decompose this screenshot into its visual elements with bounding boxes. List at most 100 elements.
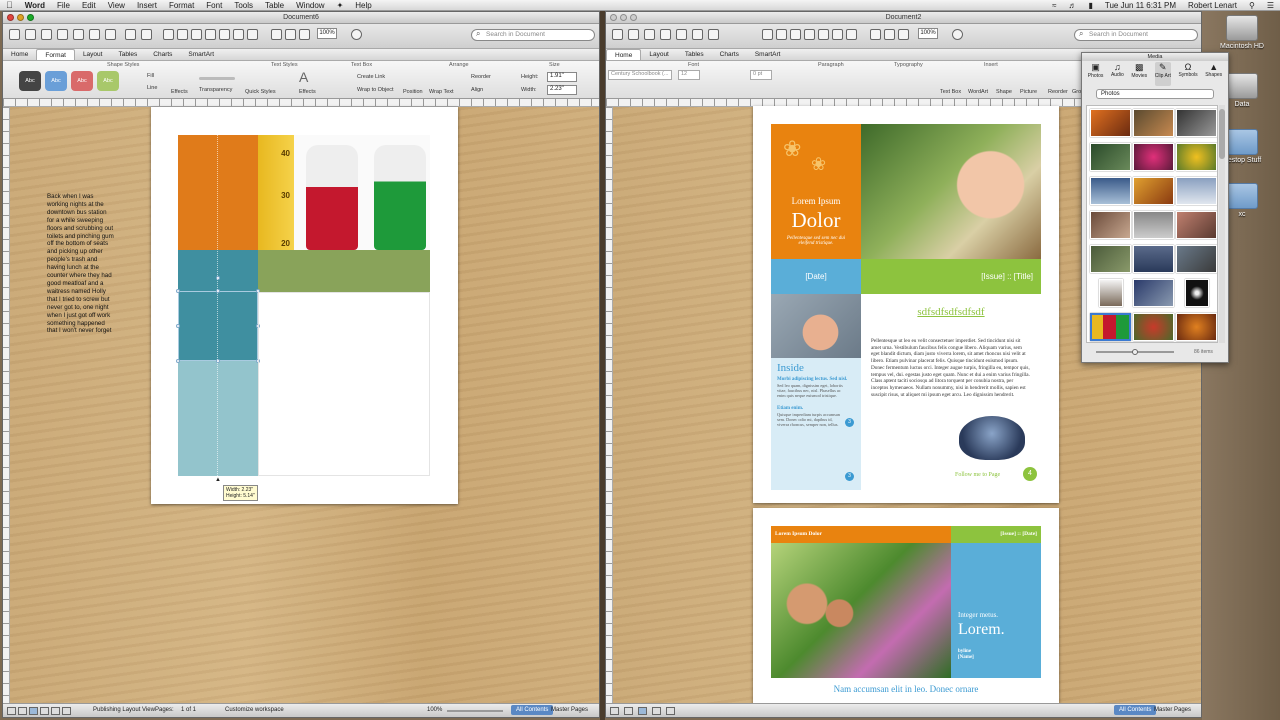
position-button[interactable]: Position (403, 89, 423, 95)
desktop-icon-macintosh-hd[interactable]: Macintosh HD (1220, 15, 1264, 50)
effects-button[interactable]: Effects (171, 89, 188, 95)
media-thumb[interactable] (1090, 177, 1131, 205)
zoom-field[interactable]: 100% (918, 28, 938, 39)
zoom-button[interactable] (630, 14, 637, 21)
height-field[interactable]: 1.91" (547, 72, 577, 82)
media-thumb[interactable] (1133, 177, 1174, 205)
insert-picture-button[interactable]: Picture (1020, 89, 1037, 95)
open-icon[interactable] (41, 29, 52, 40)
script-icon[interactable]: ✦ (331, 1, 350, 10)
inside-item-title[interactable]: Morbi adipiscing lectus. Sed nisl. (777, 377, 855, 382)
inside-heading[interactable]: Inside (777, 362, 861, 374)
menu-tools[interactable]: Tools (228, 1, 259, 10)
lorem-ipsum-title[interactable]: Lorem Ipsum (771, 196, 861, 206)
media-grid[interactable] (1086, 105, 1218, 343)
clock[interactable]: Tue Jun 11 6:31 PM (1099, 1, 1182, 10)
line-icon[interactable] (219, 29, 230, 40)
text-box-icon[interactable] (776, 29, 787, 40)
font-name-field[interactable]: Century Schoolbook (... (608, 70, 672, 80)
date-band[interactable]: [Date] (771, 259, 861, 294)
templates-icon[interactable] (25, 29, 36, 40)
open-icon[interactable] (644, 29, 655, 40)
rotate-icon[interactable] (233, 29, 244, 40)
search-input[interactable]: Search in Document (1074, 29, 1198, 41)
child-photo[interactable] (771, 294, 861, 358)
selection-box[interactable] (178, 291, 258, 361)
menu-help[interactable]: Help (349, 1, 377, 10)
sidebar-icon[interactable] (870, 29, 881, 40)
window-titlebar[interactable]: Document6 (3, 12, 599, 24)
select-arrow-icon[interactable] (762, 29, 773, 40)
tab-charts[interactable]: Charts (712, 49, 747, 60)
media-thumb[interactable] (1176, 177, 1217, 205)
children-garden-photo[interactable] (771, 543, 951, 678)
menu-table[interactable]: Table (259, 1, 290, 10)
focus-view-icon[interactable] (62, 707, 71, 715)
media-tab-photos[interactable]: ▣ Photos (1088, 62, 1104, 86)
slider-knob[interactable] (1132, 349, 1138, 355)
insert-shape-button[interactable]: Shape (996, 89, 1012, 95)
line-button[interactable]: Line (147, 85, 157, 91)
inside-item-body[interactable]: Quisque imperdiam turpis accumsan sem. D… (777, 412, 845, 427)
apple-icon[interactable]:  (0, 0, 19, 10)
notification-icon[interactable]: ☰ (1261, 1, 1280, 10)
media-thumb[interactable] (1176, 109, 1217, 137)
media-thumb[interactable] (1133, 245, 1174, 273)
align-button[interactable]: Align (471, 87, 483, 93)
media-thumb[interactable] (1185, 279, 1209, 307)
fill-button[interactable]: Fill (147, 73, 154, 79)
close-button[interactable] (610, 14, 617, 21)
new-document-icon[interactable] (9, 29, 20, 40)
media-tab-audio[interactable]: ♫ Audio (1111, 62, 1124, 86)
draft-view-icon[interactable] (7, 707, 16, 715)
media-thumb[interactable] (1133, 109, 1174, 137)
page2-header-right[interactable]: [Issue] :: [Date] (951, 526, 1041, 543)
zoom-slider[interactable] (447, 710, 503, 712)
media-thumb[interactable] (1133, 143, 1174, 171)
vertical-ruler[interactable] (606, 107, 613, 705)
toolbox-icon[interactable] (884, 29, 895, 40)
media-thumb[interactable] (1090, 109, 1131, 137)
shape-icon[interactable] (191, 29, 202, 40)
help-icon[interactable] (351, 29, 362, 40)
media-thumb[interactable] (1090, 211, 1131, 239)
reorder-button[interactable]: Reorder (1048, 89, 1068, 95)
picture-icon[interactable] (205, 29, 216, 40)
issue-title-band[interactable]: [Issue] :: [Title] (861, 259, 1041, 294)
save-icon[interactable] (57, 29, 68, 40)
tab-home[interactable]: Home (606, 49, 642, 60)
tab-charts[interactable]: Charts (145, 49, 180, 60)
wrap-text-button[interactable]: Wrap Text (429, 89, 454, 95)
tab-layout[interactable]: Layout (641, 49, 677, 60)
publishing-view-icon[interactable] (638, 707, 647, 715)
all-contents-tab[interactable]: All Contents (1114, 705, 1157, 715)
inside-page-badge[interactable]: 3 (845, 418, 854, 427)
wifi-icon[interactable]: ≈ (1046, 1, 1062, 10)
notebook-view-icon[interactable] (51, 707, 60, 715)
wrap-to-object-button[interactable]: Wrap to Object (357, 87, 394, 93)
transparency-slider[interactable] (199, 77, 235, 80)
search-input[interactable]: Search in Document (471, 29, 595, 41)
window-titlebar[interactable]: Document2 (606, 12, 1201, 24)
save-icon[interactable] (660, 29, 671, 40)
byline-text[interactable]: byline (958, 649, 1041, 654)
page2-heading[interactable]: Nam accumsan elit in leo. Donec ornare (771, 684, 1041, 694)
tagline[interactable]: Pellentesque sed sem nec dui eleifend tr… (781, 236, 851, 246)
insert-wordart-button[interactable]: WordArt (968, 89, 988, 95)
print-icon[interactable] (676, 29, 687, 40)
media-thumb[interactable] (1133, 313, 1174, 341)
tab-tables[interactable]: Tables (677, 49, 712, 60)
print-icon[interactable] (73, 29, 84, 40)
resize-handle[interactable] (176, 359, 180, 363)
media-thumb[interactable] (1176, 143, 1217, 171)
media-thumb[interactable] (1090, 245, 1131, 273)
media-scrollbar[interactable] (1219, 105, 1225, 343)
volume-icon[interactable]: ♬ (1062, 1, 1082, 10)
outline-view-icon[interactable] (624, 707, 633, 715)
close-button[interactable] (7, 14, 14, 21)
toolbox-icon[interactable] (285, 29, 296, 40)
document-page[interactable]: 40 30 20 ▲ Width: 2.23" Height: 5.14" (151, 107, 458, 504)
pasteboard-text[interactable]: Back when I was working nights at the do… (47, 193, 115, 335)
insert-text-box-button[interactable]: Text Box (940, 89, 961, 95)
media-thumb[interactable] (1176, 313, 1217, 341)
